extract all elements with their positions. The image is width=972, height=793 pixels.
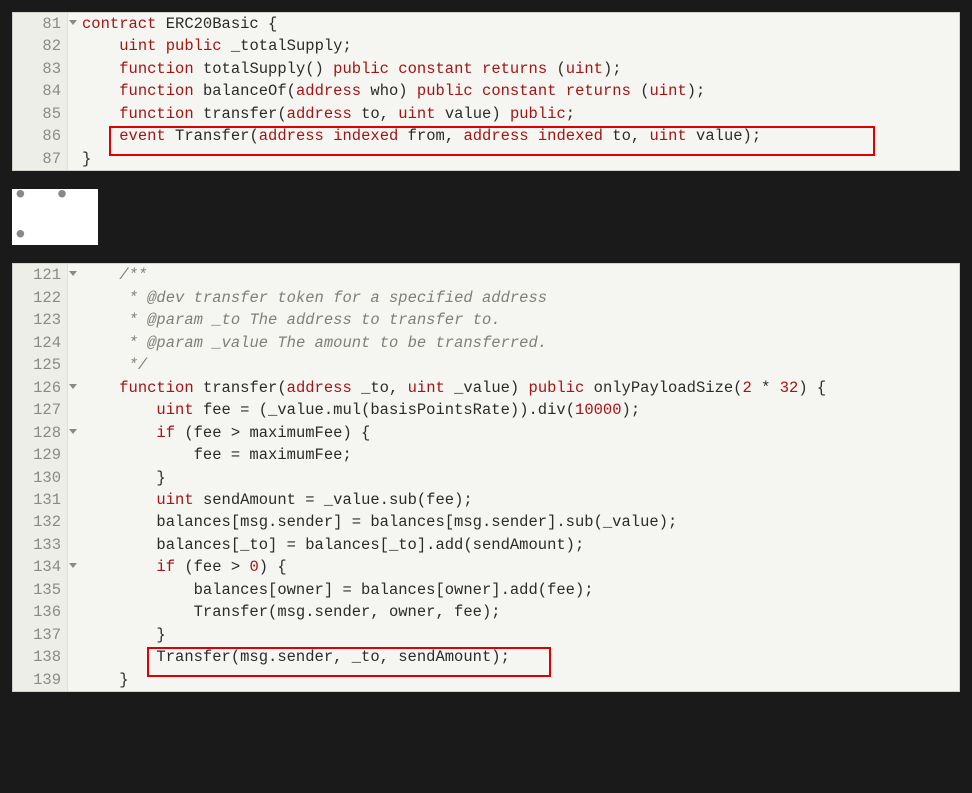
code-content: if (fee > 0) { xyxy=(68,556,959,578)
code-line: 126 function transfer(address _to, uint … xyxy=(13,377,959,399)
code-content: } xyxy=(68,669,959,691)
line-number: 134 xyxy=(13,556,68,578)
code-content: Transfer(msg.sender, owner, fee); xyxy=(68,601,959,623)
line-number: 87 xyxy=(13,148,68,170)
code-content: event Transfer(address indexed from, add… xyxy=(68,125,959,147)
line-number: 133 xyxy=(13,534,68,556)
line-number: 126 xyxy=(13,377,68,399)
line-number: 82 xyxy=(13,35,68,57)
code-line: 127 uint fee = (_value.mul(basisPointsRa… xyxy=(13,399,959,421)
code-line: 85 function transfer(address to, uint va… xyxy=(13,103,959,125)
code-line: 128 if (fee > maximumFee) { xyxy=(13,422,959,444)
line-number: 138 xyxy=(13,646,68,668)
code-line: 125 */ xyxy=(13,354,959,376)
code-line: 135 balances[owner] = balances[owner].ad… xyxy=(13,579,959,601)
code-line: 84 function balanceOf(address who) publi… xyxy=(13,80,959,102)
code-line: 123 * @param _to The address to transfer… xyxy=(13,309,959,331)
ellipsis-separator: • • • xyxy=(12,189,98,245)
code-content: balances[msg.sender] = balances[msg.send… xyxy=(68,511,959,533)
code-content: * @param _value The amount to be transfe… xyxy=(68,332,959,354)
code-line: 137 } xyxy=(13,624,959,646)
code-line: 87} xyxy=(13,148,959,170)
code-content: } xyxy=(68,624,959,646)
line-number: 132 xyxy=(13,511,68,533)
line-number: 122 xyxy=(13,287,68,309)
line-number: 125 xyxy=(13,354,68,376)
line-number: 124 xyxy=(13,332,68,354)
code-content: function transfer(address _to, uint _val… xyxy=(68,377,959,399)
code-line: 124 * @param _value The amount to be tra… xyxy=(13,332,959,354)
code-line: 134 if (fee > 0) { xyxy=(13,556,959,578)
code-content: uint fee = (_value.mul(basisPointsRate))… xyxy=(68,399,959,421)
code-line: 132 balances[msg.sender] = balances[msg.… xyxy=(13,511,959,533)
code-line: 133 balances[_to] = balances[_to].add(se… xyxy=(13,534,959,556)
code-content: Transfer(msg.sender, _to, sendAmount); xyxy=(68,646,959,668)
code-content: function totalSupply() public constant r… xyxy=(68,58,959,80)
code-content: uint public _totalSupply; xyxy=(68,35,959,57)
code-line: 136 Transfer(msg.sender, owner, fee); xyxy=(13,601,959,623)
line-number: 130 xyxy=(13,467,68,489)
code-content: * @param _to The address to transfer to. xyxy=(68,309,959,331)
code-content: function transfer(address to, uint value… xyxy=(68,103,959,125)
line-number: 135 xyxy=(13,579,68,601)
code-line: 139 } xyxy=(13,669,959,691)
line-number: 85 xyxy=(13,103,68,125)
line-number: 81 xyxy=(13,13,68,35)
code-content: } xyxy=(68,467,959,489)
code-content: */ xyxy=(68,354,959,376)
code-content: /** xyxy=(68,264,959,286)
code-content: contract ERC20Basic { xyxy=(68,13,959,35)
code-line: 129 fee = maximumFee; xyxy=(13,444,959,466)
code-block-1: 81contract ERC20Basic {82 uint public _t… xyxy=(12,12,960,171)
line-number: 83 xyxy=(13,58,68,80)
line-number: 84 xyxy=(13,80,68,102)
line-number: 136 xyxy=(13,601,68,623)
line-number: 137 xyxy=(13,624,68,646)
code-content: if (fee > maximumFee) { xyxy=(68,422,959,444)
code-line: 131 uint sendAmount = _value.sub(fee); xyxy=(13,489,959,511)
code-content: uint sendAmount = _value.sub(fee); xyxy=(68,489,959,511)
code-line: 81contract ERC20Basic { xyxy=(13,13,959,35)
code-content: * @dev transfer token for a specified ad… xyxy=(68,287,959,309)
line-number: 86 xyxy=(13,125,68,147)
line-number: 121 xyxy=(13,264,68,286)
line-number: 139 xyxy=(13,669,68,691)
line-number: 131 xyxy=(13,489,68,511)
line-number: 128 xyxy=(13,422,68,444)
code-content: function balanceOf(address who) public c… xyxy=(68,80,959,102)
line-number: 129 xyxy=(13,444,68,466)
code-line: 83 function totalSupply() public constan… xyxy=(13,58,959,80)
code-line: 121 /** xyxy=(13,264,959,286)
code-line: 86 event Transfer(address indexed from, … xyxy=(13,125,959,147)
line-number: 127 xyxy=(13,399,68,421)
code-content: balances[_to] = balances[_to].add(sendAm… xyxy=(68,534,959,556)
code-line: 130 } xyxy=(13,467,959,489)
code-line: 82 uint public _totalSupply; xyxy=(13,35,959,57)
code-block-2: 121 /**122 * @dev transfer token for a s… xyxy=(12,263,960,692)
code-content: balances[owner] = balances[owner].add(fe… xyxy=(68,579,959,601)
code-content: } xyxy=(68,148,959,170)
code-line: 138 Transfer(msg.sender, _to, sendAmount… xyxy=(13,646,959,668)
code-content: fee = maximumFee; xyxy=(68,444,959,466)
line-number: 123 xyxy=(13,309,68,331)
code-line: 122 * @dev transfer token for a specifie… xyxy=(13,287,959,309)
